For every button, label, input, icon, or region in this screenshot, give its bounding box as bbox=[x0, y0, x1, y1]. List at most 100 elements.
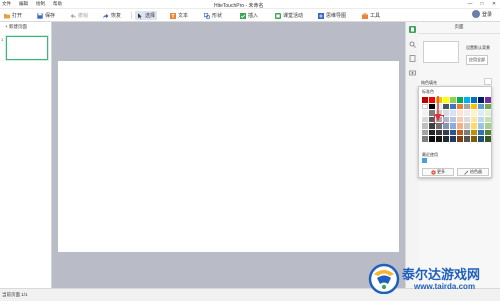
save-button[interactable]: 保存 bbox=[37, 11, 55, 20]
color-swatch[interactable] bbox=[443, 103, 449, 109]
classroom-activity-button[interactable]: 课堂活动 bbox=[275, 11, 303, 20]
color-swatch[interactable] bbox=[485, 116, 491, 122]
color-swatch[interactable] bbox=[450, 116, 456, 122]
maximize-button[interactable]: □ bbox=[479, 1, 485, 7]
mindmap-button[interactable]: 思维导图 bbox=[318, 11, 346, 20]
redo-label: 恢复 bbox=[111, 13, 122, 19]
color-swatch[interactable] bbox=[436, 129, 442, 135]
color-swatch[interactable] bbox=[422, 129, 428, 135]
redo-button[interactable]: 恢复 bbox=[103, 11, 121, 20]
slide-canvas[interactable] bbox=[58, 61, 399, 252]
color-swatch[interactable] bbox=[471, 116, 477, 122]
color-swatch[interactable] bbox=[422, 103, 428, 109]
color-swatch[interactable] bbox=[485, 103, 491, 109]
color-swatch[interactable] bbox=[478, 103, 484, 109]
color-swatch[interactable] bbox=[471, 123, 477, 129]
slide-thumbnail[interactable] bbox=[6, 36, 48, 60]
color-swatch[interactable] bbox=[450, 123, 456, 129]
color-swatch[interactable] bbox=[457, 97, 463, 103]
color-swatch[interactable] bbox=[464, 103, 470, 109]
color-swatch[interactable] bbox=[443, 136, 449, 142]
color-swatch[interactable] bbox=[422, 97, 428, 103]
insert-button[interactable]: 插入 bbox=[240, 11, 258, 20]
select-button[interactable]: 选择 bbox=[135, 11, 158, 20]
menu-edit[interactable]: 编辑 bbox=[19, 1, 28, 7]
menu-draw[interactable]: 绘制 bbox=[36, 1, 45, 7]
color-swatch[interactable] bbox=[485, 136, 491, 142]
color-swatch[interactable] bbox=[471, 110, 477, 116]
color-swatch[interactable] bbox=[464, 110, 470, 116]
color-swatch[interactable] bbox=[450, 136, 456, 142]
color-swatch[interactable] bbox=[457, 110, 463, 116]
color-swatch[interactable] bbox=[478, 129, 484, 135]
color-swatch[interactable] bbox=[422, 110, 428, 116]
undo-button[interactable]: 撤销 bbox=[70, 11, 88, 20]
color-swatch[interactable] bbox=[485, 123, 491, 129]
color-swatch[interactable] bbox=[457, 103, 463, 109]
color-swatch[interactable] bbox=[436, 136, 442, 142]
color-swatch[interactable] bbox=[450, 103, 456, 109]
color-swatch[interactable] bbox=[471, 136, 477, 142]
shape-button[interactable]: 形状 bbox=[204, 11, 222, 20]
color-swatch[interactable] bbox=[471, 103, 477, 109]
apply-all-button[interactable]: 应用全部 bbox=[466, 55, 488, 65]
camera-icon[interactable] bbox=[409, 69, 416, 76]
color-swatch[interactable] bbox=[464, 116, 470, 122]
document-icon[interactable] bbox=[409, 55, 416, 62]
color-swatch[interactable] bbox=[450, 97, 456, 103]
more-colors-button[interactable]: 更多 bbox=[422, 168, 454, 176]
select-label: 选择 bbox=[145, 13, 156, 19]
color-swatch[interactable] bbox=[422, 123, 428, 129]
fill-color-dropdown[interactable] bbox=[484, 78, 492, 85]
color-swatch[interactable] bbox=[429, 129, 435, 135]
set-default-background-link[interactable]: 设置默认背景 bbox=[466, 45, 490, 51]
color-swatch[interactable] bbox=[450, 129, 456, 135]
color-swatch[interactable] bbox=[457, 129, 463, 135]
color-swatch[interactable] bbox=[471, 97, 477, 103]
color-swatch[interactable] bbox=[457, 136, 463, 142]
color-swatch[interactable] bbox=[457, 116, 463, 122]
color-swatch[interactable] bbox=[464, 136, 470, 142]
annotation-arrow-icon bbox=[435, 96, 441, 122]
login-button[interactable]: 登录 bbox=[471, 10, 492, 18]
eyedropper-button[interactable]: 拾色器 bbox=[457, 168, 489, 176]
color-swatch[interactable] bbox=[485, 110, 491, 116]
close-button[interactable]: ✕ bbox=[491, 1, 497, 7]
color-swatch[interactable] bbox=[443, 123, 449, 129]
color-swatch[interactable] bbox=[478, 116, 484, 122]
open-button[interactable]: 打开 bbox=[4, 11, 22, 20]
color-swatch[interactable] bbox=[450, 110, 456, 116]
color-swatch[interactable] bbox=[436, 123, 442, 129]
color-swatch[interactable] bbox=[478, 97, 484, 103]
color-swatch[interactable] bbox=[443, 129, 449, 135]
new-page-button[interactable]: + 新建页面 bbox=[5, 24, 27, 30]
color-swatch[interactable] bbox=[464, 123, 470, 129]
color-swatch[interactable] bbox=[485, 97, 491, 103]
text-button[interactable]: 文本 bbox=[170, 11, 188, 20]
color-swatch[interactable] bbox=[443, 97, 449, 103]
search-icon[interactable] bbox=[409, 41, 416, 48]
color-swatch[interactable] bbox=[464, 129, 470, 135]
color-swatch[interactable] bbox=[429, 123, 435, 129]
recent-color-swatch[interactable] bbox=[422, 158, 427, 163]
color-swatch[interactable] bbox=[485, 129, 491, 135]
page-settings-icon[interactable] bbox=[409, 26, 416, 33]
toolbar-divider bbox=[131, 12, 132, 19]
menu-file[interactable]: 文件 bbox=[2, 1, 11, 7]
color-swatch[interactable] bbox=[471, 129, 477, 135]
mindmap-label: 思维导图 bbox=[326, 13, 347, 19]
tools-button[interactable]: 工具 bbox=[362, 11, 380, 20]
color-swatch[interactable] bbox=[443, 110, 449, 116]
minimize-button[interactable]: — bbox=[467, 1, 473, 7]
color-swatch[interactable] bbox=[464, 97, 470, 103]
menu-help[interactable]: 帮助 bbox=[53, 1, 62, 7]
color-swatch[interactable] bbox=[457, 123, 463, 129]
color-swatch[interactable] bbox=[478, 136, 484, 142]
more-colors-label: 更多 bbox=[437, 169, 445, 174]
color-swatch[interactable] bbox=[478, 110, 484, 116]
color-swatch[interactable] bbox=[422, 116, 428, 122]
color-swatch[interactable] bbox=[478, 123, 484, 129]
color-swatch[interactable] bbox=[422, 136, 428, 142]
color-swatch[interactable] bbox=[429, 136, 435, 142]
color-swatch[interactable] bbox=[443, 116, 449, 122]
